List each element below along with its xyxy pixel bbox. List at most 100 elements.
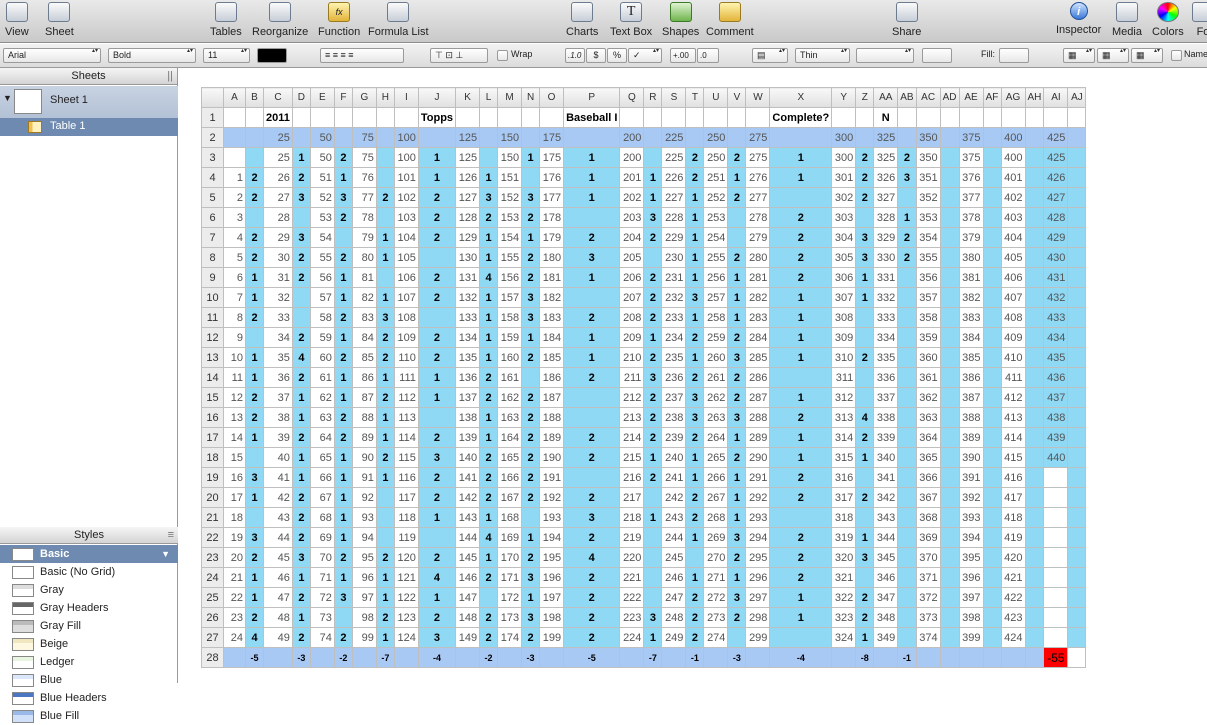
cell[interactable]: 95 <box>351 547 377 568</box>
cell[interactable] <box>855 387 875 408</box>
cell[interactable] <box>1067 427 1087 448</box>
cell[interactable] <box>1067 107 1087 128</box>
cell[interactable]: 287 <box>745 387 771 408</box>
cell[interactable]: 350 <box>915 127 941 148</box>
cell[interactable]: 343 <box>873 507 899 528</box>
cell[interactable]: 1 <box>643 447 663 468</box>
cell[interactable]: 1 <box>769 387 833 408</box>
cell[interactable]: 270 <box>703 547 729 568</box>
cell[interactable] <box>982 427 1002 448</box>
cell[interactable]: 329 <box>873 227 899 248</box>
cell[interactable]: 1 <box>375 407 395 428</box>
cell[interactable]: 170 <box>497 547 523 568</box>
cell[interactable]: 367 <box>915 487 941 508</box>
column-header-h[interactable]: H <box>375 87 395 108</box>
cell[interactable]: 261 <box>703 367 729 388</box>
cell[interactable]: 1 <box>563 187 621 208</box>
cell[interactable]: 190 <box>539 447 565 468</box>
cell[interactable] <box>855 507 875 528</box>
cell[interactable]: 3 <box>375 307 395 328</box>
cell[interactable]: 2 <box>563 527 621 548</box>
cell[interactable]: 2 <box>521 407 541 428</box>
cell[interactable] <box>897 627 917 648</box>
cell[interactable]: 1 <box>643 327 663 348</box>
cell[interactable] <box>855 327 875 348</box>
cell[interactable]: 2 <box>643 467 663 488</box>
cell[interactable]: 2 <box>479 567 499 588</box>
cell[interactable]: 156 <box>497 267 523 288</box>
cell[interactable]: 3 <box>563 507 621 528</box>
cell[interactable] <box>982 347 1002 368</box>
checkbox-format-button[interactable]: ✓ <box>628 48 662 63</box>
toolbar-sheet-button[interactable]: Sheet <box>45 2 74 38</box>
cell[interactable]: 25 <box>263 127 293 148</box>
cell[interactable]: 2 <box>333 247 353 268</box>
cell[interactable]: 118 <box>393 507 419 528</box>
cell[interactable]: 198 <box>539 607 565 628</box>
cell[interactable]: 388 <box>958 407 984 428</box>
cell[interactable]: 1 <box>417 147 457 168</box>
toolbar-shapes-button[interactable]: Shapes <box>662 2 699 38</box>
cell[interactable] <box>939 127 960 148</box>
cell[interactable] <box>873 647 899 668</box>
cell[interactable]: 437 <box>1043 387 1069 408</box>
cell[interactable]: 2 <box>479 467 499 488</box>
cell[interactable]: 409 <box>1000 327 1026 348</box>
cell[interactable]: 427 <box>1043 187 1069 208</box>
cell[interactable]: 2 <box>521 247 541 268</box>
cell[interactable]: 2 <box>245 547 264 568</box>
cell[interactable]: 20 <box>223 547 246 568</box>
cell[interactable]: 49 <box>263 627 293 648</box>
cell[interactable] <box>982 467 1002 488</box>
cell[interactable]: 225 <box>661 127 687 148</box>
cell[interactable]: 163 <box>497 407 523 428</box>
cell[interactable]: 289 <box>745 427 771 448</box>
cell[interactable]: 271 <box>703 567 729 588</box>
cell[interactable]: 1 <box>855 527 875 548</box>
cell[interactable]: 180 <box>539 247 565 268</box>
cell[interactable] <box>521 507 541 528</box>
cell[interactable]: 2 <box>417 187 457 208</box>
cell[interactable]: 2 <box>727 387 747 408</box>
toolbar-media-button[interactable]: Media <box>1112 2 1142 38</box>
cell[interactable]: 2 <box>897 147 917 168</box>
cell[interactable]: 1 <box>291 467 311 488</box>
cell[interactable] <box>1067 507 1087 528</box>
cell[interactable] <box>769 187 833 208</box>
cell[interactable] <box>939 287 960 308</box>
cell[interactable]: 64 <box>309 427 335 448</box>
cell[interactable]: 253 <box>703 207 729 228</box>
cell[interactable] <box>958 647 984 668</box>
cell[interactable]: 51 <box>309 167 335 188</box>
cell[interactable]: 186 <box>539 367 565 388</box>
cell[interactable]: 2 <box>685 167 705 188</box>
font-family-select[interactable]: Arial <box>3 48 101 63</box>
cell[interactable]: 2 <box>245 607 264 628</box>
row-header[interactable]: 11 <box>201 307 224 328</box>
column-header-o[interactable]: O <box>539 87 565 108</box>
cell[interactable]: 2 <box>521 267 541 288</box>
cell[interactable]: 46 <box>263 567 293 588</box>
cell[interactable]: 50 <box>309 127 335 148</box>
cell[interactable]: 38 <box>263 407 293 428</box>
cell[interactable]: 26 <box>263 167 293 188</box>
cell[interactable]: 2 <box>855 587 875 608</box>
cell[interactable] <box>855 367 875 388</box>
cell[interactable]: 109 <box>393 327 419 348</box>
cell[interactable]: 1 <box>643 187 663 208</box>
cell[interactable] <box>1024 227 1045 248</box>
style-item[interactable]: Gray Headers <box>0 599 178 617</box>
cell[interactable]: 433 <box>1043 307 1069 328</box>
cell[interactable] <box>703 647 729 668</box>
cell[interactable]: 136 <box>455 367 481 388</box>
cell[interactable]: 2 <box>855 487 875 508</box>
cell[interactable] <box>1024 287 1045 308</box>
cell[interactable]: 216 <box>619 467 645 488</box>
cell[interactable]: 3 <box>521 187 541 208</box>
cell[interactable] <box>897 487 917 508</box>
cell[interactable]: 115 <box>393 447 419 468</box>
cell[interactable] <box>1067 487 1087 508</box>
cell[interactable]: 1 <box>643 507 663 528</box>
cell[interactable]: 178 <box>539 207 565 228</box>
cell[interactable]: 2 <box>769 227 833 248</box>
